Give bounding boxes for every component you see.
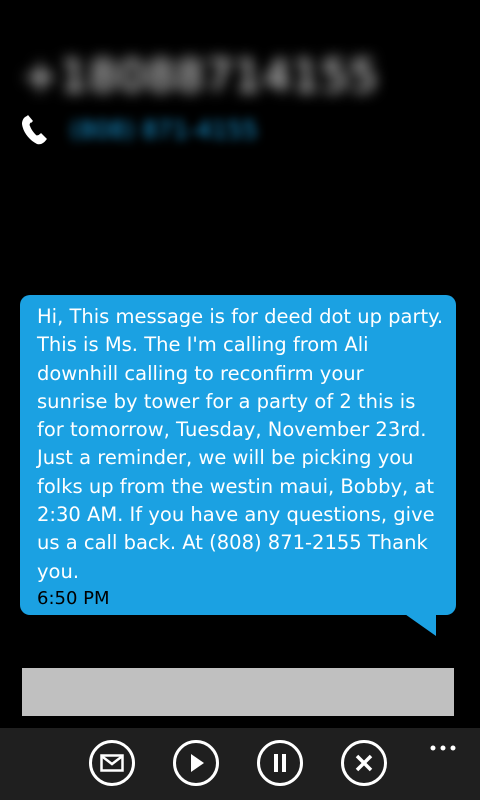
play-button[interactable]	[173, 740, 219, 786]
pause-icon	[272, 753, 288, 773]
message-bubble[interactable]: Hi, This message is for deed dot up part…	[20, 295, 456, 615]
envelope-icon	[100, 754, 124, 772]
bubble-tail	[402, 612, 436, 636]
phone-row[interactable]: (808) 871-4155	[20, 112, 320, 148]
app-bar	[0, 728, 480, 800]
phone-number[interactable]: (808) 871-4155	[70, 116, 258, 144]
play-icon	[187, 753, 205, 773]
contact-name: +18088714155	[22, 51, 379, 102]
message-timestamp: 6:50 PM	[37, 587, 110, 609]
compose-button[interactable]	[89, 740, 135, 786]
phone-icon[interactable]	[20, 114, 50, 146]
message-text: Hi, This message is for deed dot up part…	[37, 305, 444, 583]
close-icon	[354, 753, 374, 773]
reply-input[interactable]	[22, 668, 454, 716]
delete-button[interactable]	[341, 740, 387, 786]
pause-button[interactable]	[257, 740, 303, 786]
more-dots-icon[interactable]	[428, 738, 458, 751]
